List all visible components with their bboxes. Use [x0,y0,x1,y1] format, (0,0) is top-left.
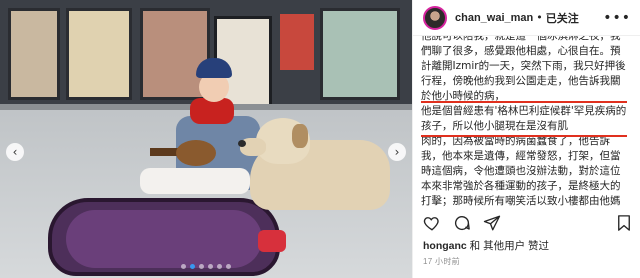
carousel-dot[interactable] [217,264,222,269]
share-icon [483,215,501,231]
likes-text[interactable]: 和 其他用户 赞过 [467,240,549,252]
post-caption: 他說可以陪我，就是這一個冰淇淋之夜，我們聊了很多，感覺跟他相處，心很自在。預計離… [421,36,627,208]
share-button[interactable] [481,212,503,234]
post-header: chan_wai_man • 已关注 ••• [413,0,640,36]
post-photo: ‹ › [0,0,412,278]
carousel-next-button[interactable]: › [388,143,406,161]
header-separator: • [536,11,543,24]
dog-ear [292,124,308,148]
caption-text: 他說可以陪我，就是這一個冰淇淋之夜，我們聊了很多，感覺跟他相處，心很自在。預計離… [421,36,626,102]
carousel-dot[interactable] [226,264,231,269]
comment-button[interactable] [451,212,473,234]
person-legs [140,168,250,194]
carousel-dot[interactable] [190,264,195,269]
shop-window [8,8,60,100]
shop-window [320,8,400,100]
wall-poster [280,14,314,70]
ukulele [176,140,216,166]
shop-window [66,8,132,100]
bookmark-icon [618,215,630,231]
post-timestamp[interactable]: 17 小时前 [423,256,460,267]
caption-highlighted-text: 他是個曾經患有'格林巴利症候群'罕見疾病的孩子，所以他小腿現在是沒有肌 [421,101,627,137]
username-link[interactable]: chan_wai_man [455,12,533,24]
caption-text: 肉的，因為被當時的病菌蠶食了，他告訴我，他本來是遺傳，經常發怒，打架，但當時這個… [421,135,621,207]
post-side-panel: chan_wai_man • 已关注 ••• 他說可以陪我，就是這一個冰淇淋之夜… [412,0,640,278]
heart-icon [423,217,439,231]
avatar[interactable] [423,5,447,30]
guitar-case-lining [66,210,262,268]
carousel-prev-button[interactable]: ‹ [6,143,24,161]
following-button[interactable]: 已关注 [546,10,579,26]
carousel-dot[interactable] [181,264,186,269]
chevron-right-icon: › [394,145,400,159]
carousel-dots [0,264,412,269]
carousel-dot[interactable] [208,264,213,269]
red-bag [258,230,286,252]
likes-summary: honganc 和 其他用户 赞过 [423,238,549,253]
carousel-dot[interactable] [199,264,204,269]
save-button[interactable] [613,212,635,234]
dog-nose [238,140,246,147]
comment-icon [454,215,470,231]
chevron-left-icon: ‹ [12,145,18,159]
liker-username-link[interactable]: honganc [423,240,467,252]
more-options-icon[interactable]: ••• [603,10,631,26]
action-bar [421,212,635,234]
like-button[interactable] [421,212,443,234]
